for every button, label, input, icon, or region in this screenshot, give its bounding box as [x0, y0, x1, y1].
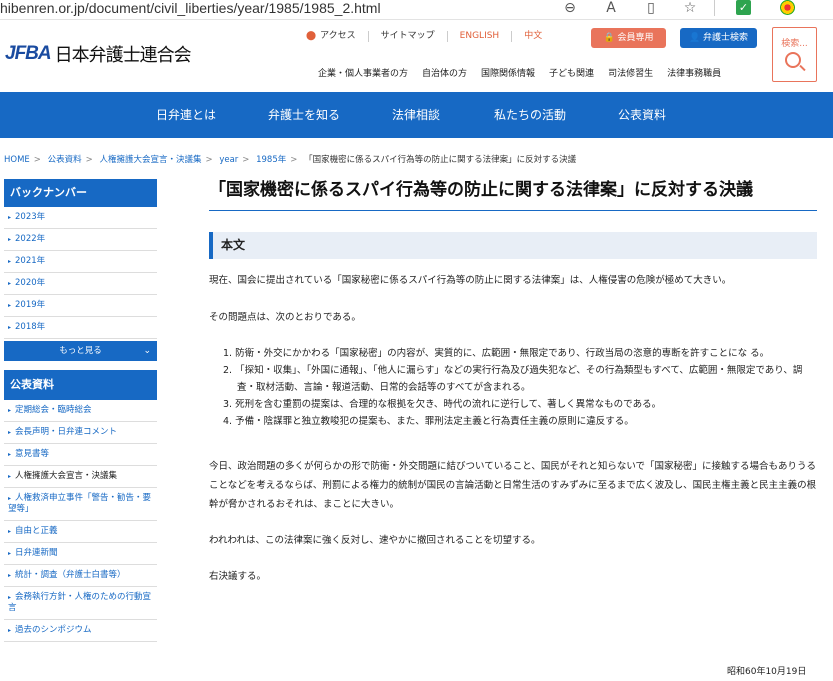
nav-lawyers[interactable]: 弁護士を知る — [268, 92, 340, 138]
sidebar-item-declarations[interactable]: ▸ 人権擁護大会宣言・決議集 — [4, 466, 157, 488]
problem-list: 1. 防衛・外交にかかわる「国家秘密」の内容が、実質的に、広範囲・無限定であり、… — [223, 345, 817, 430]
crumb-year[interactable]: year — [219, 155, 238, 165]
main-nav: 日弁連とは 弁護士を知る 法律相談 私たちの活動 公表資料 — [0, 92, 833, 138]
site-logo[interactable]: JFBA 日本弁護士連合会 — [5, 42, 192, 66]
subnav-children[interactable]: 子ども関連 — [549, 66, 594, 79]
paragraph-5: 右決議する。 — [209, 571, 267, 582]
sidebar-item-human-rights-relief[interactable]: ▸ 人権救済申立事件「警告・勧告・要望等」 — [4, 488, 157, 521]
search-button[interactable]: 検索... — [772, 27, 817, 82]
list-item: 2. 「探知・収集」、「外国に通報」、「他人に漏らす」などの実行行為及び過失犯な… — [223, 365, 803, 393]
subnav-business[interactable]: 企業・個人事業者の方 — [318, 66, 408, 79]
resolution-date: 昭和60年10月19日 — [727, 667, 807, 677]
nav-activities[interactable]: 私たちの活動 — [494, 92, 566, 138]
sidebar-item-newspaper[interactable]: ▸ 日弁連新聞 — [4, 543, 157, 565]
access-link[interactable]: ⬤ アクセス — [306, 31, 368, 42]
subnav-international[interactable]: 国際関係情報 — [481, 66, 535, 79]
section-heading: 本文 — [209, 232, 817, 259]
member-only-button[interactable]: 🔒 会員専用 — [591, 28, 666, 48]
chinese-link[interactable]: 中文 — [511, 31, 554, 42]
crumb-current: 「国家機密に係るスパイ行為等の防止に関する法律案」に反対する決議 — [304, 155, 577, 165]
logo-mark: JFBA — [5, 43, 52, 64]
crumb-1985[interactable]: 1985年 — [256, 155, 286, 165]
breadcrumb: HOME > 公表資料 > 人権擁護大会宣言・決議集 > year > 1985年 > 「… — [4, 155, 577, 165]
zoom-out-icon[interactable]: ⊖ — [562, 0, 578, 16]
sitemap-link[interactable]: サイトマップ — [367, 31, 447, 42]
sidebar-year-2022[interactable]: ▸ 2022年 — [4, 229, 157, 251]
sidebar-item-statements[interactable]: ▸ 会長声明・日弁連コメント — [4, 422, 157, 444]
extension-icon[interactable] — [780, 0, 795, 15]
sidebar-item-statistics[interactable]: ▸ 統計・調査（弁護士白書等） — [4, 565, 157, 587]
utility-links: ⬤ アクセス サイトマップ ENGLISH 中文 — [306, 31, 554, 42]
subnav-staff[interactable]: 法律事務職員 — [667, 66, 721, 79]
sidebar-item-policy[interactable]: ▸ 会務執行方針・人権のための行動宣言 — [4, 587, 157, 620]
read-aloud-icon[interactable]: A — [603, 0, 619, 16]
sidebar-year-2018[interactable]: ▸ 2018年 — [4, 317, 157, 339]
sidebar-year-2020[interactable]: ▸ 2020年 — [4, 273, 157, 295]
publications-heading: 公表資料 — [4, 370, 157, 400]
crumb-declarations[interactable]: 人権擁護大会宣言・決議集 — [99, 155, 201, 165]
nav-consultation[interactable]: 法律相談 — [392, 92, 440, 138]
sidebar-publications: 公表資料 ▸ 定期総会・臨時総会 ▸ 会長声明・日弁連コメント ▸ 意見書等 ▸ 人権擁… — [4, 370, 157, 642]
sub-nav: 企業・個人事業者の方 自治体の方 国際関係情報 子ども関連 司法修習生 法律事務… — [318, 66, 721, 79]
crumb-publications[interactable]: 公表資料 — [48, 155, 82, 165]
nav-publications[interactable]: 公表資料 — [618, 92, 666, 138]
browser-toolbar: hibenren.or.jp/document/civil_liberties/… — [0, 0, 833, 20]
extension-check-icon[interactable]: ✓ — [736, 0, 751, 15]
list-item: 3. 死刑を含む重罰の提案は、合理的な根拠を欠き、時代の流れに逆行して、著しく異… — [223, 399, 662, 410]
lawyer-search-button[interactable]: 👤 弁護士検索 — [680, 28, 757, 48]
paragraph-1: 現在、国会に提出されている「国家秘密に係るスパイ行為等の防止に関する法律案」は、… — [209, 275, 732, 286]
sidebar-item-opinions[interactable]: ▸ 意見書等 — [4, 444, 157, 466]
english-link[interactable]: ENGLISH — [446, 31, 512, 42]
page-title: 「国家機密に係るスパイ行為等の防止に関する法律案」に反対する決議 — [209, 178, 817, 211]
sidebar-backnumber: バックナンバー ▸ 2023年 ▸ 2022年 ▸ 2021年 ▸ 2020年 ▸ 201… — [4, 179, 157, 361]
paragraph-3: 今日、政治問題の多くが何らかの形で防衛・外交問題に結びついていること、国民がそれ… — [209, 461, 817, 510]
paragraph-4: われわれは、この法律案に強く反対し、速やかに撤回されることを切望する。 — [209, 535, 541, 546]
sidebar-item-general-meeting[interactable]: ▸ 定期総会・臨時総会 — [4, 400, 157, 422]
show-more-button[interactable]: もっと見る ⌄ — [4, 341, 157, 361]
paragraph-2: その問題点は、次のとおりである。 — [209, 312, 361, 323]
favorite-star-icon[interactable]: ☆ — [682, 0, 698, 16]
list-item: 1. 防衛・外交にかかわる「国家秘密」の内容が、実質的に、広範囲・無限定であり、… — [223, 348, 770, 359]
subnav-trainees[interactable]: 司法修習生 — [608, 66, 653, 79]
chevron-down-icon: ⌄ — [143, 346, 151, 356]
nav-about[interactable]: 日弁連とは — [156, 92, 216, 138]
search-label: 検索... — [781, 39, 808, 49]
logo-text: 日本弁護士連合会 — [54, 45, 192, 66]
address-bar-url[interactable]: hibenren.or.jp/document/civil_liberties/… — [0, 0, 381, 17]
toolbar-divider — [714, 0, 715, 16]
sidebar-item-jiyu-to-seigi[interactable]: ▸ 自由と正義 — [4, 521, 157, 543]
reader-view-icon[interactable]: ▯ — [643, 0, 659, 16]
main-content: 「国家機密に係るスパイ行為等の防止に関する法律案」に反対する決議 本文 現在、国… — [209, 178, 817, 586]
list-item: 4. 予備・陰謀罪と独立教唆犯の提案も、また、罪刑法定主義と行為責任主義の原則に… — [223, 416, 634, 427]
crumb-home[interactable]: HOME — [4, 155, 30, 165]
sidebar-item-symposium[interactable]: ▸ 過去のシンポジウム — [4, 620, 157, 642]
backnumber-heading: バックナンバー — [4, 179, 157, 207]
sidebar-year-2023[interactable]: ▸ 2023年 — [4, 207, 157, 229]
sidebar-year-2021[interactable]: ▸ 2021年 — [4, 251, 157, 273]
sidebar-year-2019[interactable]: ▸ 2019年 — [4, 295, 157, 317]
subnav-municipality[interactable]: 自治体の方 — [422, 66, 467, 79]
search-icon — [785, 52, 801, 68]
location-pin-icon: ⬤ — [306, 31, 317, 41]
